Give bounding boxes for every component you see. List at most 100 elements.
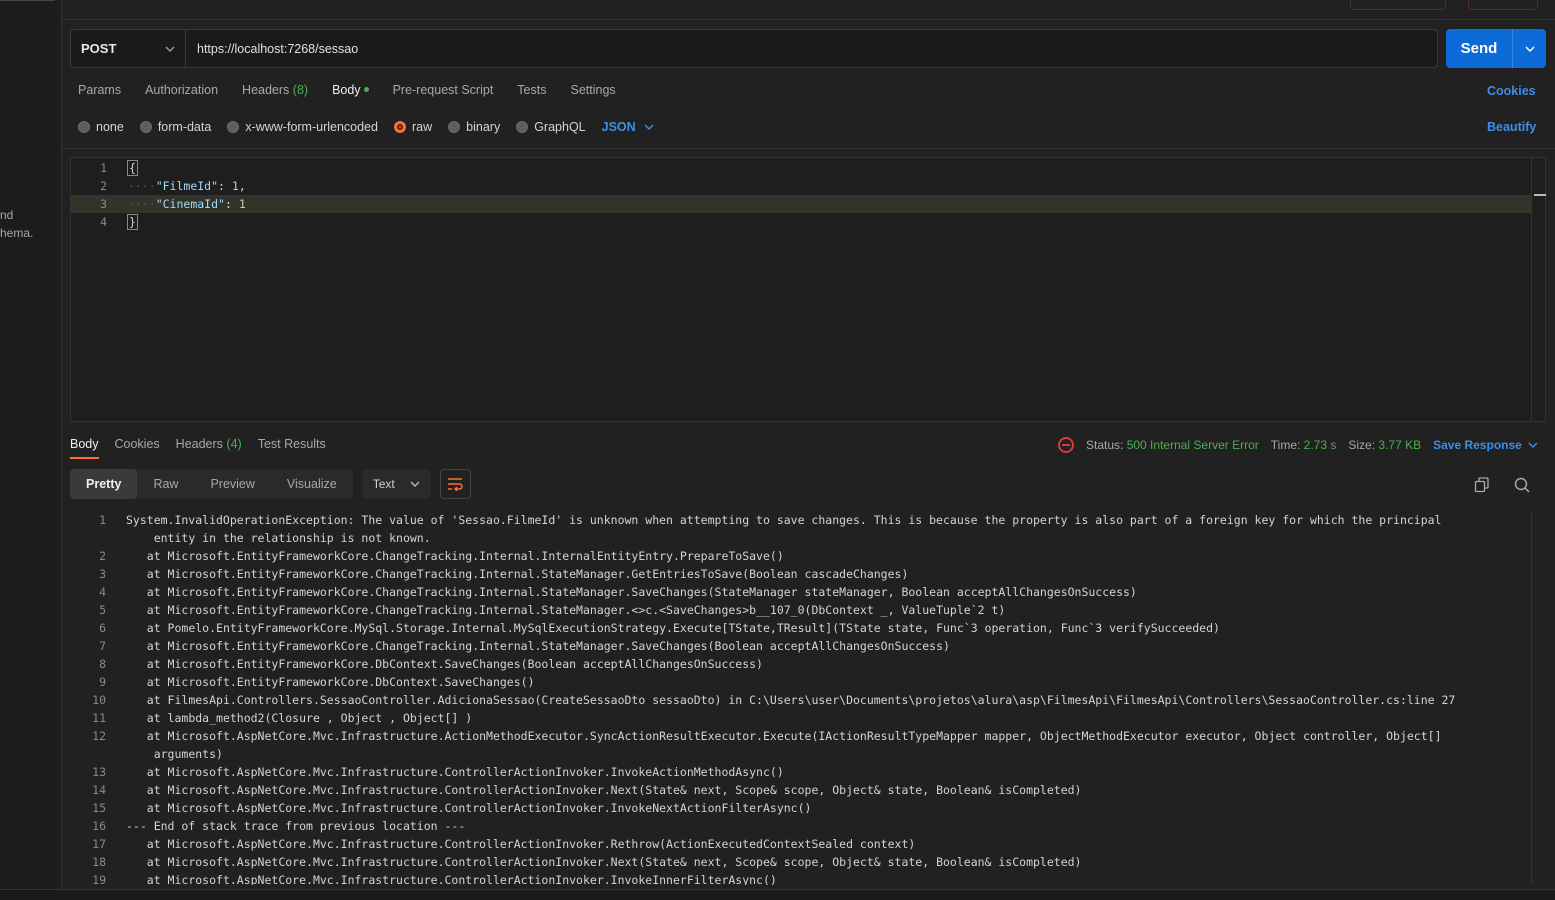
- response-tab-headers-label: Headers: [175, 437, 223, 451]
- response-tab-headers[interactable]: Headers (4): [176, 437, 242, 459]
- method-select[interactable]: POST: [71, 30, 186, 67]
- radio-label: GraphQL: [534, 120, 586, 134]
- line-number: 12: [92, 729, 106, 743]
- editor-line: 4 }: [71, 213, 1531, 231]
- line-number: 4: [100, 215, 107, 229]
- response-line-text: at Pomelo.EntityFrameworkCore.MySql.Stor…: [126, 621, 1220, 635]
- json-value: 1: [238, 197, 246, 211]
- response-line-text: at Microsoft.AspNetCore.Mvc.Infrastructu…: [126, 783, 1082, 797]
- line-number: 16: [92, 819, 106, 833]
- radio-binary[interactable]: binary: [448, 120, 500, 134]
- response-body[interactable]: 1 System.InvalidOperationException: The v…: [70, 511, 1546, 885]
- wrap-lines-icon: [448, 478, 463, 491]
- line-number: 13: [92, 765, 106, 779]
- radio-label: binary: [466, 120, 501, 134]
- radio-none[interactable]: none: [78, 120, 124, 134]
- response-line-text: at Microsoft.EntityFrameworkCore.ChangeT…: [126, 603, 1006, 617]
- response-line-text: at Microsoft.EntityFrameworkCore.ChangeT…: [126, 585, 1137, 599]
- response-line-text: at Microsoft.AspNetCore.Mvc.Infrastructu…: [146, 729, 1442, 761]
- toolbar-button-group[interactable]: [1350, 0, 1446, 10]
- response-headers-count: (4): [226, 437, 242, 451]
- json-comma: ,: [238, 179, 246, 193]
- radio-raw[interactable]: raw: [394, 120, 432, 134]
- size-value: 3.77 KB: [1378, 438, 1422, 452]
- line-number: 8: [99, 657, 106, 671]
- url-input[interactable]: https://localhost:7268/sessao: [186, 30, 1437, 67]
- sidebar-divider: [0, 0, 55, 1]
- line-number: 1: [100, 161, 107, 175]
- radio-form-data[interactable]: form-data: [139, 120, 211, 134]
- radio-urlencoded[interactable]: x-www-form-urlencoded: [227, 120, 378, 134]
- chevron-down-icon: [410, 481, 420, 487]
- tab-prerequest-script[interactable]: Pre-request Script: [393, 83, 494, 101]
- view-preview[interactable]: Preview: [194, 469, 270, 499]
- json-value: 1: [231, 179, 239, 193]
- tab-settings[interactable]: Settings: [570, 83, 615, 101]
- editor-line: 2 ····"FilmeId": 1,: [71, 177, 1531, 195]
- wrap-lines-button[interactable]: [439, 469, 471, 499]
- tab-tests[interactable]: Tests: [517, 83, 546, 101]
- body-type-selector: none form-data x-www-form-urlencoded raw…: [78, 120, 654, 134]
- line-number: 10: [92, 693, 106, 707]
- cookies-link[interactable]: Cookies: [1487, 84, 1536, 98]
- network-globe-icon[interactable]: [1058, 437, 1074, 453]
- view-pretty[interactable]: Pretty: [70, 469, 138, 499]
- save-response-button[interactable]: Save Response: [1433, 438, 1538, 452]
- tab-headers[interactable]: Headers (8): [242, 83, 308, 101]
- response-line-text: System.InvalidOperationException: The va…: [126, 513, 1442, 545]
- line-number: 2: [100, 179, 107, 193]
- line-number: 11: [92, 711, 106, 725]
- body-modified-dot: [363, 87, 369, 93]
- view-visualize[interactable]: Visualize: [271, 469, 353, 499]
- response-line-text: at Microsoft.AspNetCore.Mvc.Infrastructu…: [126, 855, 1082, 869]
- radio-label: none: [96, 120, 124, 134]
- response-tabs: Body Cookies Headers (4) Test Results: [70, 437, 326, 459]
- send-options-button[interactable]: [1513, 29, 1546, 68]
- request-body-editor[interactable]: 1 { 2 ····"FilmeId": 1, 3 ····"CinemaId"…: [70, 157, 1546, 422]
- response-line-text: at Microsoft.EntityFrameworkCore.ChangeT…: [126, 567, 909, 581]
- chevron-down-icon: [1528, 442, 1538, 448]
- copy-icon[interactable]: [1474, 477, 1490, 496]
- request-tabs: Params Authorization Headers (8) Body Pr…: [78, 83, 616, 101]
- tab-body[interactable]: Body: [332, 83, 369, 101]
- response-view-toolbar: Pretty Raw Preview Visualize Text: [70, 469, 471, 499]
- format-label: JSON: [601, 120, 636, 134]
- line-number: 7: [99, 639, 106, 653]
- close-brace: }: [127, 214, 138, 230]
- view-raw[interactable]: Raw: [137, 469, 194, 499]
- line-number: 1: [99, 513, 106, 527]
- search-icon[interactable]: [1514, 477, 1530, 496]
- editor-line-current: 3 ····"CinemaId": 1: [71, 195, 1531, 213]
- tab-params[interactable]: Params: [78, 83, 121, 101]
- radio-indicator: [227, 121, 240, 133]
- response-line-text: at Microsoft.AspNetCore.Mvc.Infrastructu…: [126, 837, 916, 851]
- response-tab-test-results[interactable]: Test Results: [258, 437, 326, 459]
- send-button-group: Send: [1446, 29, 1546, 68]
- editor-scrollbar[interactable]: [1531, 158, 1546, 421]
- beautify-button[interactable]: Beautify: [1487, 120, 1536, 134]
- response-line-text: --- End of stack trace from previous loc…: [126, 819, 466, 833]
- radio-graphql[interactable]: GraphQL: [516, 120, 586, 134]
- line-number: 14: [92, 783, 106, 797]
- send-button[interactable]: Send: [1446, 29, 1513, 68]
- toolbar-button-group[interactable]: [1468, 0, 1538, 10]
- response-scrollbar[interactable]: [1531, 511, 1546, 885]
- tab-authorization[interactable]: Authorization: [145, 83, 218, 101]
- response-line-text: at FilmesApi.Controllers.SessaoControlle…: [126, 693, 1456, 707]
- line-number: 6: [99, 621, 106, 635]
- time-value: 2.73 s: [1303, 438, 1337, 452]
- time-info[interactable]: Time: 2.73 s: [1271, 438, 1337, 452]
- response-tab-cookies[interactable]: Cookies: [115, 437, 160, 459]
- status-label: Status:: [1086, 438, 1124, 452]
- status-info[interactable]: Status: 500 Internal Server Error: [1086, 438, 1259, 452]
- response-format-select[interactable]: Text: [361, 469, 431, 499]
- json-key: "FilmeId": [155, 179, 219, 193]
- editor-line: 1 {: [71, 159, 1531, 177]
- format-select[interactable]: JSON: [602, 120, 654, 134]
- radio-indicator-selected: [394, 121, 406, 133]
- time-label: Time:: [1270, 438, 1301, 452]
- size-info[interactable]: Size: 3.77 KB: [1348, 438, 1421, 452]
- response-tab-body[interactable]: Body: [70, 437, 99, 459]
- line-number: 5: [99, 603, 106, 617]
- line-number: 3: [100, 197, 107, 211]
